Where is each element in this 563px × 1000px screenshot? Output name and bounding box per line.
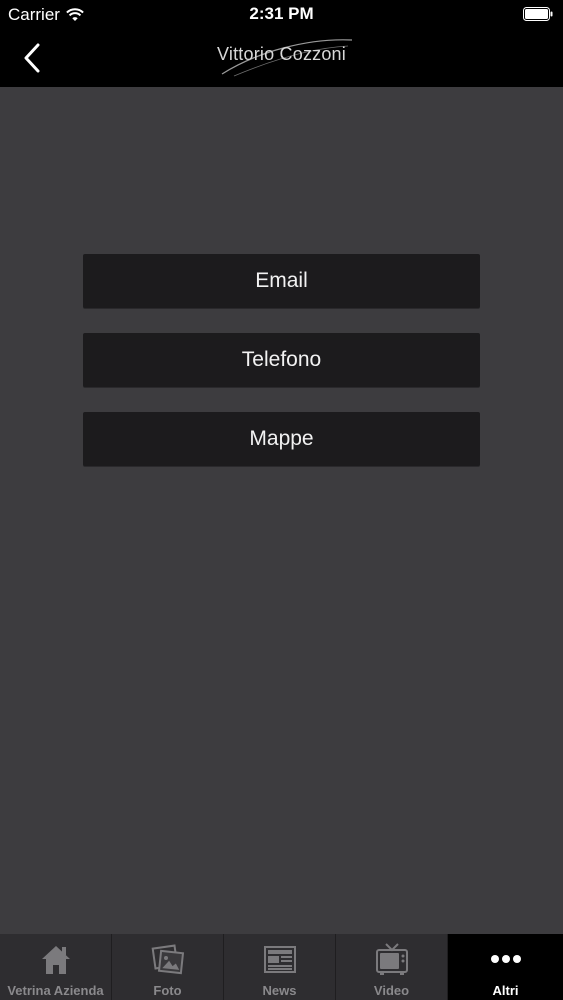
tab-video[interactable]: Video: [336, 934, 448, 1000]
email-button-label: Email: [255, 269, 308, 292]
tab-foto[interactable]: Foto: [112, 934, 224, 1000]
header: Carrier 2:31 PM Vittorio Cozzoni: [0, 0, 563, 87]
maps-button-label: Mappe: [249, 427, 314, 450]
tab-vetrina-azienda[interactable]: Vetrina Azienda: [0, 934, 112, 1000]
navigation-bar: Vittorio Cozzoni: [0, 30, 563, 87]
tab-label: Altri: [492, 983, 519, 998]
tab-label: Vetrina Azienda: [7, 983, 104, 998]
email-button[interactable]: Email: [83, 254, 480, 308]
tab-label: News: [262, 983, 297, 998]
brand-logo: Vittorio Cozzoni: [217, 44, 346, 64]
battery-icon: [523, 7, 553, 21]
newspaper-icon: [261, 940, 299, 978]
photos-icon: [149, 940, 187, 978]
status-time: 2:31 PM: [249, 4, 314, 23]
app-screen: Carrier 2:31 PM Vittorio Cozzoni Email T…: [0, 0, 563, 1000]
tab-bar: Vetrina Azienda Foto News Video Altri: [0, 934, 563, 1000]
tv-icon: [373, 940, 411, 978]
tab-altri[interactable]: Altri: [448, 934, 563, 1000]
tab-label: Video: [373, 983, 410, 998]
home-icon: [37, 940, 75, 978]
phone-button[interactable]: Telefono: [83, 333, 480, 387]
maps-button[interactable]: Mappe: [83, 412, 480, 466]
tab-label: Foto: [153, 983, 182, 998]
more-icon: [487, 940, 525, 978]
tab-news[interactable]: News: [224, 934, 336, 1000]
phone-button-label: Telefono: [241, 348, 322, 371]
status-bar: Carrier 2:31 PM: [0, 0, 563, 30]
